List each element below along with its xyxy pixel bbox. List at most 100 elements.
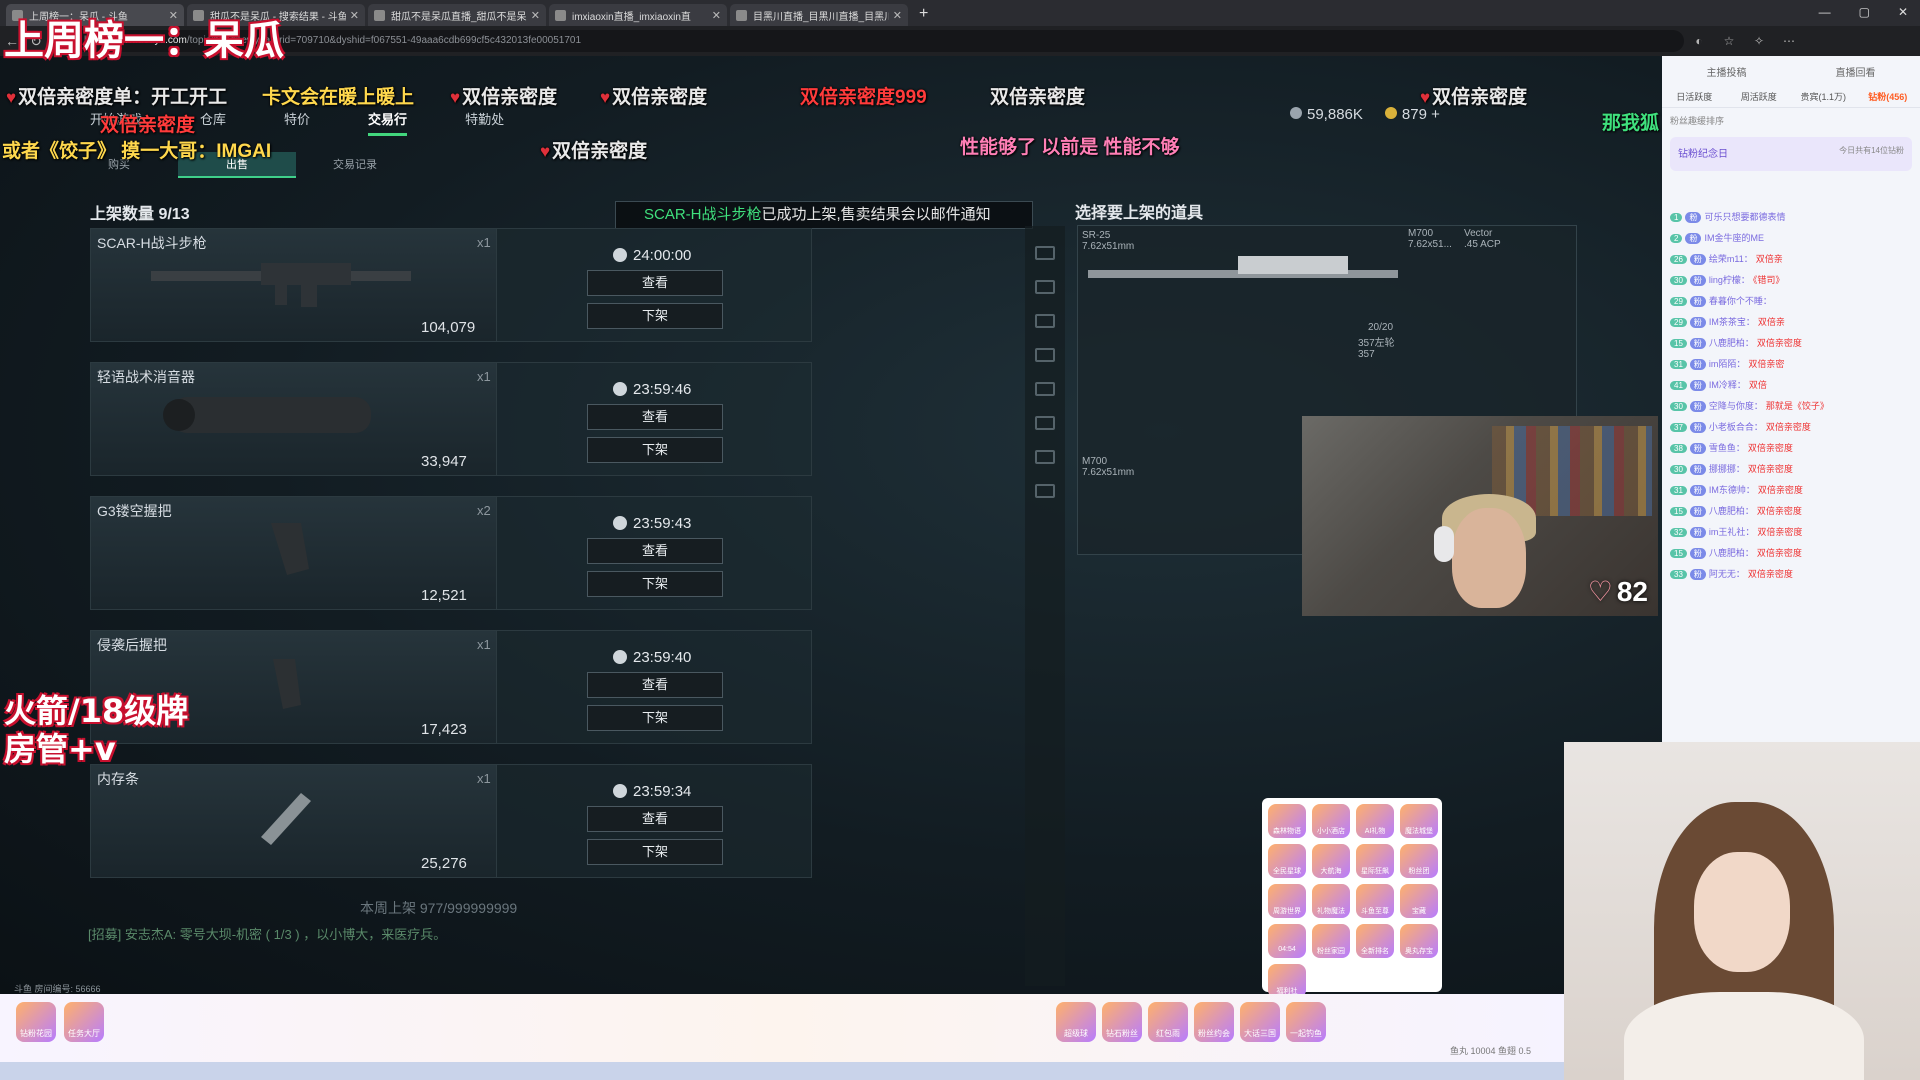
gift-icon[interactable]: 森林物语 xyxy=(1268,804,1306,838)
chat-username[interactable]: 空降与你度： xyxy=(1709,401,1763,411)
category-icon xyxy=(1035,280,1055,294)
fan-badge-icon: 粉 xyxy=(1689,296,1706,307)
more-icon[interactable]: ⋯ xyxy=(1774,34,1804,48)
gift-icon[interactable]: 星际狂飙 xyxy=(1356,844,1394,878)
gift-icon[interactable]: 04:54 xyxy=(1268,924,1306,958)
gift-icon[interactable]: 超级球 xyxy=(1056,1002,1096,1042)
browser-tab[interactable]: imxiaoxin直播_imxiaoxin直 ✕ xyxy=(549,4,727,26)
gift-icon[interactable]: 斗鱼至尊 xyxy=(1356,884,1394,918)
chat-text: 双倍亲密度 xyxy=(1747,569,1793,579)
chat-username[interactable]: im陌陌： xyxy=(1709,359,1746,369)
chat-username[interactable]: 八鹿肥柏： xyxy=(1709,548,1754,558)
remove-button: 下架 xyxy=(587,839,723,865)
gift-icon[interactable]: 小小酒店 xyxy=(1312,804,1350,838)
item-name: 侵袭后握把 xyxy=(97,637,167,653)
chat-message: 38 粉雪鱼鱼： 双倍亲密度 xyxy=(1662,437,1920,458)
chat-message: 31 粉 IM东德帅： 双倍亲密度 xyxy=(1662,479,1920,500)
new-tab-button[interactable]: + xyxy=(911,5,936,26)
gift-icon[interactable]: 粉丝约会 xyxy=(1194,1002,1234,1042)
chat-username[interactable]: IM茶茶宝： xyxy=(1709,317,1755,327)
level-badge: 30 xyxy=(1670,276,1687,285)
gift-icon[interactable]: 一起钓鱼 xyxy=(1286,1002,1326,1042)
close-tab-icon[interactable]: ✕ xyxy=(712,9,721,22)
anniversary-note: 今日共有14位钻粉 xyxy=(1839,146,1904,155)
fan-badge-icon: 粉 xyxy=(1689,317,1706,328)
gift-icon[interactable]: 全民星球 xyxy=(1268,844,1306,878)
like-counter: ♡ 82 xyxy=(1587,576,1648,607)
gift-icon[interactable]: 魔法城堡 xyxy=(1400,804,1438,838)
chat-username[interactable]: 春暮你个不睡： xyxy=(1709,296,1772,306)
subtab-history: 交易记录 xyxy=(333,159,377,171)
gift-icon[interactable]: 奥丸存宝 xyxy=(1400,924,1438,958)
streamer-posts-link[interactable]: 主播投稿 xyxy=(1707,64,1747,79)
gift-icon[interactable]: AI礼物 xyxy=(1356,804,1394,838)
favorites-icon[interactable]: ✧ xyxy=(1744,34,1774,48)
chat-username[interactable]: 八鹿肥柏： xyxy=(1709,506,1754,516)
listing-timer: 23:59:43 xyxy=(613,515,691,532)
chat-username[interactable]: 挪挪挪： xyxy=(1709,464,1745,474)
gift-icon[interactable]: 福利社 xyxy=(1268,964,1306,998)
fan-badge-icon: 粉 xyxy=(1689,506,1706,517)
chat-username[interactable]: 绘荣m11： xyxy=(1709,254,1753,264)
browser-tab[interactable]: 甜瓜不是呆瓜直播_甜瓜不是呆瓜 ✕ xyxy=(368,4,546,26)
streamer-face xyxy=(1452,508,1526,608)
chat-username[interactable]: IM东德帅： xyxy=(1709,485,1755,495)
chat-message: 33 粉阿无无： 双倍亲密度 xyxy=(1662,563,1920,584)
nav-start-game: 开始游戏 xyxy=(90,112,143,127)
gift-icon[interactable]: 任务大厅 xyxy=(64,1002,104,1042)
chat-username[interactable]: 小老板合合： xyxy=(1709,422,1763,432)
level-badge: 1 xyxy=(1670,213,1683,222)
tab-daily[interactable]: 日活跃度 xyxy=(1662,90,1727,103)
chat-username[interactable]: 阿无无： xyxy=(1709,569,1745,579)
close-tab-icon[interactable]: ✕ xyxy=(531,9,540,22)
site-favicon-icon xyxy=(374,9,385,21)
star-icon[interactable]: ☆ xyxy=(1714,34,1744,48)
gift-icon[interactable]: 粉丝团 xyxy=(1400,844,1438,878)
heart-icon: ♥ xyxy=(450,88,461,107)
chat-username[interactable]: IM金牛座的ME xyxy=(1704,233,1764,243)
game-top-nav: 开始游戏 仓库 特价 交易行 特勤处 xyxy=(90,109,504,136)
gift-icon[interactable]: 钻粉花园 xyxy=(16,1002,56,1042)
fan-badge-icon: 粉 xyxy=(1685,212,1702,223)
chat-username[interactable]: 雪鱼鱼： xyxy=(1709,443,1745,453)
chat-text: 双倍亲密 xyxy=(1748,359,1785,369)
gift-icon[interactable]: 全新排名 xyxy=(1356,924,1394,958)
tab-diamond-fans[interactable]: 钻粉(456) xyxy=(1856,90,1920,103)
nav-warehouse: 仓库 xyxy=(200,112,227,127)
chat-username[interactable]: ling柠檬： xyxy=(1709,275,1750,285)
minimize-icon[interactable]: — xyxy=(1819,5,1831,19)
streamer-webcam: ♡ 82 xyxy=(1302,416,1658,616)
translate-icon[interactable]: ◐ xyxy=(1684,34,1714,48)
close-tab-icon[interactable]: ✕ xyxy=(893,9,902,22)
close-window-icon[interactable]: ✕ xyxy=(1898,5,1908,19)
chat-username[interactable]: 八鹿肥柏： xyxy=(1709,338,1754,348)
maximize-icon[interactable]: ▢ xyxy=(1859,5,1870,19)
gift-icon[interactable]: 宝藏 xyxy=(1400,884,1438,918)
browser-tab[interactable]: 目黑川直播_目黑川直播_目黑川 ✕ xyxy=(730,4,908,26)
trade-sub-tabs: 购买 出售 交易记录 xyxy=(60,152,414,178)
level-badge: 31 xyxy=(1670,360,1687,369)
view-button: 查看 xyxy=(587,806,723,832)
tab-vip[interactable]: 贵宾(1.1万) xyxy=(1791,90,1856,103)
nav-trade: 交易行 xyxy=(368,109,408,136)
gift-icon[interactable]: 周游世界 xyxy=(1268,884,1306,918)
chat-username[interactable]: im王礼社： xyxy=(1709,527,1755,537)
view-button: 查看 xyxy=(587,404,723,430)
tab-weekly[interactable]: 周活跃度 xyxy=(1727,90,1792,103)
gift-icon[interactable]: 粉丝家园 xyxy=(1312,924,1350,958)
chat-message: 29 粉 IM茶茶宝： 双倍亲 xyxy=(1662,311,1920,332)
close-tab-icon[interactable]: ✕ xyxy=(350,9,359,22)
danmu-item: ♥ 双倍亲密度 xyxy=(540,141,648,162)
url-input[interactable]: https://www.douyu.com/topic/pubgnewyear?… xyxy=(64,30,1684,52)
gift-icon[interactable]: 大话三国 xyxy=(1240,1002,1280,1042)
nav-ops: 特勤处 xyxy=(465,112,505,127)
level-badge: 26 xyxy=(1670,255,1687,264)
gift-bar: 钻粉花园 任务大厅 超级球 钻石粉丝 红包雨 粉丝约会 大话三国 一起钓鱼 鱼丸 10004… xyxy=(0,994,1564,1062)
gift-icon[interactable]: 礼物魔法 xyxy=(1312,884,1350,918)
gift-icon[interactable]: 钻石粉丝 xyxy=(1102,1002,1142,1042)
gift-icon[interactable]: 红包雨 xyxy=(1148,1002,1188,1042)
replay-link[interactable]: 直播回看 xyxy=(1836,64,1876,79)
chat-username[interactable]: 可乐只想要都德表情 xyxy=(1704,212,1785,222)
chat-username[interactable]: IM冷释： xyxy=(1709,380,1746,390)
gift-icon[interactable]: 大航海 xyxy=(1312,844,1350,878)
